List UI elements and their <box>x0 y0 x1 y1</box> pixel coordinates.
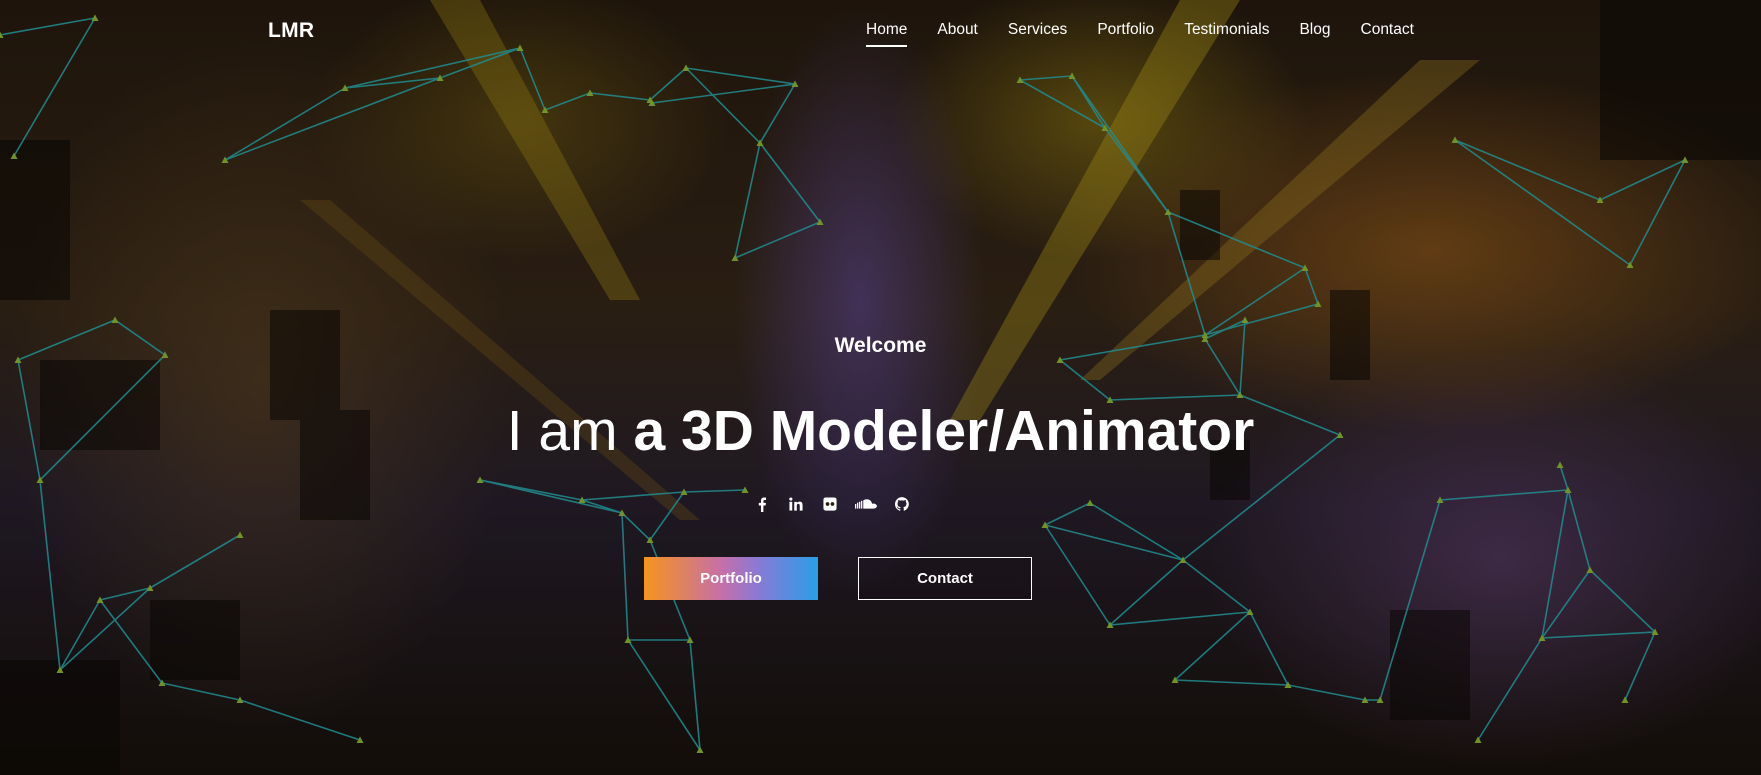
nav-item-testimonials[interactable]: Testimonials <box>1184 21 1269 47</box>
linkedin-icon[interactable] <box>786 494 806 514</box>
nav-item-portfolio[interactable]: Portfolio <box>1097 21 1154 47</box>
nav-item-contact[interactable]: Contact <box>1361 21 1414 47</box>
nav-item-blog[interactable]: Blog <box>1299 21 1330 47</box>
soundcloud-icon[interactable] <box>854 494 878 514</box>
hero-dark-overlay <box>0 0 1761 775</box>
nav-item-services[interactable]: Services <box>1008 21 1067 47</box>
contact-button[interactable]: Contact <box>858 557 1032 600</box>
portfolio-button[interactable]: Portfolio <box>644 557 818 600</box>
headline-role: a 3D Modeler/Animator <box>633 399 1255 463</box>
github-icon[interactable] <box>892 494 912 514</box>
welcome-text: Welcome <box>834 334 927 357</box>
headline-lead: I am <box>506 399 618 463</box>
hero-headline: I am a 3D Modeler/Animator <box>0 396 1761 466</box>
social-links <box>752 494 912 514</box>
flickr-icon[interactable] <box>820 494 840 514</box>
hero-section: LMR Home About Services Portfolio Testim… <box>0 0 1761 775</box>
nav-item-about[interactable]: About <box>937 21 978 47</box>
top-navbar: LMR Home About Services Portfolio Testim… <box>0 0 1761 62</box>
nav-menu: Home About Services Portfolio Testimonia… <box>866 21 1414 47</box>
nav-item-home[interactable]: Home <box>866 21 908 47</box>
brand-logo[interactable]: LMR <box>268 19 314 43</box>
facebook-icon[interactable] <box>752 494 772 514</box>
